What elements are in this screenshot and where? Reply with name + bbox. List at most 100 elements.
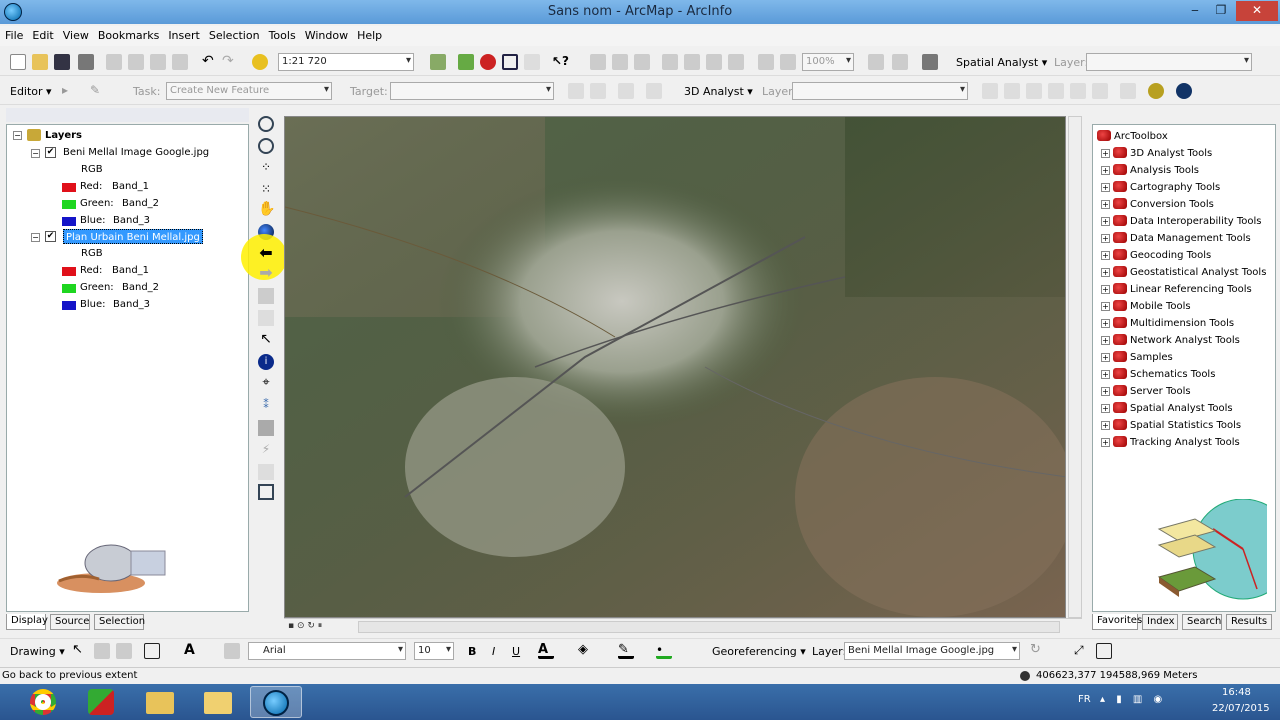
arctoolbox-icon[interactable] xyxy=(480,54,496,70)
layer2-visibility-checkbox[interactable]: ✔ xyxy=(45,231,56,242)
toolbox-item[interactable]: + Mobile Tools xyxy=(1101,298,1191,315)
3d-analyst-menu[interactable]: 3D Analyst ▾ xyxy=(684,85,753,98)
measure-icon[interactable] xyxy=(258,420,274,436)
paste-icon[interactable] xyxy=(150,54,166,70)
interpolate-point-icon[interactable] xyxy=(1048,83,1064,99)
menu-window[interactable]: Window xyxy=(300,26,352,42)
arctoolbox-root[interactable]: ArcToolbox xyxy=(1097,128,1168,145)
font-color-icon[interactable]: A xyxy=(538,643,554,659)
add-control-points-icon[interactable]: ⤢ xyxy=(1074,643,1090,659)
link-table-icon[interactable] xyxy=(1096,643,1112,659)
rectangle-tool-icon[interactable] xyxy=(144,643,160,659)
spatial-layer-combo[interactable] xyxy=(1086,53,1252,71)
toggle-draft-icon[interactable] xyxy=(868,54,884,70)
expand-icon[interactable]: + xyxy=(1101,336,1110,345)
menu-bookmarks[interactable]: Bookmarks xyxy=(93,26,163,42)
focus-data-frame-icon[interactable] xyxy=(892,54,908,70)
zoom-in-icon[interactable] xyxy=(258,116,274,132)
menu-file[interactable]: File xyxy=(0,26,27,42)
minimize-button[interactable]: ‒ xyxy=(1182,1,1208,21)
menu-selection[interactable]: Selection xyxy=(204,26,264,42)
toolbox-item[interactable]: + Data Interoperability Tools xyxy=(1101,213,1262,230)
expand-icon[interactable]: + xyxy=(1101,319,1110,328)
chrome-taskbar-icon[interactable] xyxy=(18,686,70,718)
fixed-zoom-out-icon[interactable] xyxy=(728,54,744,70)
layer1-name[interactable]: Beni Mellal Image Google.jpg xyxy=(63,145,209,160)
select-elements-icon-2[interactable]: ↖ xyxy=(72,643,88,659)
toc-icon[interactable] xyxy=(458,54,474,70)
map-scale-combo[interactable]: 1:21 720 xyxy=(278,53,414,71)
save-icon[interactable] xyxy=(54,54,70,70)
go-back-extent-icon[interactable]: ⬅ xyxy=(258,245,274,262)
map-horizontal-scrollbar[interactable] xyxy=(358,621,1060,633)
whats-this-icon[interactable]: ↖? xyxy=(552,54,569,70)
steepest-path-icon[interactable] xyxy=(1004,83,1020,99)
expand-icon[interactable]: + xyxy=(1101,302,1110,311)
expand-icon[interactable]: + xyxy=(1101,370,1110,379)
tab-selection[interactable]: Selection xyxy=(94,614,145,630)
rotate-element-icon[interactable] xyxy=(94,643,110,659)
map-vertical-scrollbar[interactable] xyxy=(1068,116,1082,618)
new-document-icon[interactable] xyxy=(10,54,26,70)
zoom-out-icon[interactable] xyxy=(258,138,274,154)
expand-icon[interactable]: + xyxy=(1101,438,1110,447)
expand-icon[interactable]: + xyxy=(1101,234,1110,243)
layout-zoom-out-icon[interactable] xyxy=(612,54,628,70)
layer1-visibility-checkbox[interactable]: ✔ xyxy=(45,147,56,158)
tray-icons[interactable]: ▴ ▮ ▥ ◉ xyxy=(1100,694,1166,705)
open-folder-icon[interactable] xyxy=(32,54,48,70)
expand-icon[interactable]: + xyxy=(1101,251,1110,260)
pan-hand-icon[interactable]: ✋ xyxy=(258,202,275,218)
view-switch-icons[interactable]: ▪ ⊙ ↻ ⏸ xyxy=(288,621,348,633)
toolbox-item[interactable]: + Data Management Tools xyxy=(1101,230,1251,247)
toolbox-item[interactable]: + Multidimension Tools xyxy=(1101,315,1234,332)
maximize-button[interactable]: ❐ xyxy=(1208,1,1234,21)
georef-layer-combo[interactable]: Beni Mellal Image Google.jpg xyxy=(844,642,1020,660)
expand-icon[interactable]: + xyxy=(1101,268,1110,277)
layout-pan-icon[interactable] xyxy=(634,54,650,70)
select-elements-icon[interactable]: ↖ xyxy=(258,332,274,348)
toolbox-item[interactable]: + Samples xyxy=(1101,349,1173,366)
font-combo[interactable]: Arial xyxy=(248,642,406,660)
profile-graph-icon[interactable] xyxy=(1120,83,1136,99)
language-indicator[interactable]: FR xyxy=(1078,694,1091,705)
tab-search[interactable]: Search xyxy=(1182,614,1222,630)
toolbox-item[interactable]: + Server Tools xyxy=(1101,383,1191,400)
font-size-combo[interactable]: 10 xyxy=(414,642,454,660)
layer2-collapse-toggle[interactable]: − xyxy=(31,233,40,242)
time-slider-icon[interactable] xyxy=(258,484,274,500)
toolbox-item[interactable]: + Cartography Tools xyxy=(1101,179,1220,196)
undo-icon[interactable]: ↶ xyxy=(202,54,218,70)
expand-icon[interactable]: + xyxy=(1101,387,1110,396)
map-view[interactable] xyxy=(284,116,1066,618)
layout-zoom-in-icon[interactable] xyxy=(590,54,606,70)
layers-collapse-toggle[interactable]: − xyxy=(13,131,22,140)
redo-icon[interactable]: ↷ xyxy=(222,54,238,70)
fixed-zoom-in-icon[interactable] xyxy=(706,54,722,70)
text-tool-icon[interactable]: A xyxy=(184,643,200,659)
arcglobe-icon[interactable] xyxy=(1176,83,1192,99)
go-back-layout-icon[interactable] xyxy=(758,54,774,70)
tab-display[interactable]: Display xyxy=(6,614,48,630)
toolbox-item[interactable]: + Conversion Tools xyxy=(1101,196,1214,213)
identify-icon[interactable]: i xyxy=(258,354,274,370)
interpolate-line-icon[interactable] xyxy=(1070,83,1086,99)
tab-favorites[interactable]: Favorites xyxy=(1092,614,1142,630)
select-by-graphics-icon[interactable] xyxy=(258,288,274,304)
find-icon[interactable]: ⌖ xyxy=(258,376,274,392)
clear-selection-icon[interactable] xyxy=(258,310,274,326)
layer2-name[interactable]: Plan Urbain Beni Mellal.jpg xyxy=(63,229,203,244)
go-forward-layout-icon[interactable] xyxy=(780,54,796,70)
clock-time[interactable]: 16:48 xyxy=(1222,687,1251,698)
fixed-zoom-out-icon-2[interactable]: ⁙ xyxy=(258,182,274,198)
fixed-zoom-in-icon-2[interactable]: ⁘ xyxy=(258,160,274,176)
spatial-analyst-menu[interactable]: Spatial Analyst ▾ xyxy=(956,56,1047,69)
sketch-properties-icon[interactable] xyxy=(646,83,662,99)
toolbox-item[interactable]: + Network Analyst Tools xyxy=(1101,332,1240,349)
underline-button[interactable]: U xyxy=(512,645,520,658)
expand-icon[interactable]: + xyxy=(1101,404,1110,413)
toolbox-item[interactable]: +3D Analyst Tools xyxy=(1101,145,1212,162)
menu-view[interactable]: View xyxy=(58,26,93,42)
close-button[interactable]: ✕ xyxy=(1236,1,1278,21)
toolbox-item[interactable]: + Spatial Statistics Tools xyxy=(1101,417,1241,434)
